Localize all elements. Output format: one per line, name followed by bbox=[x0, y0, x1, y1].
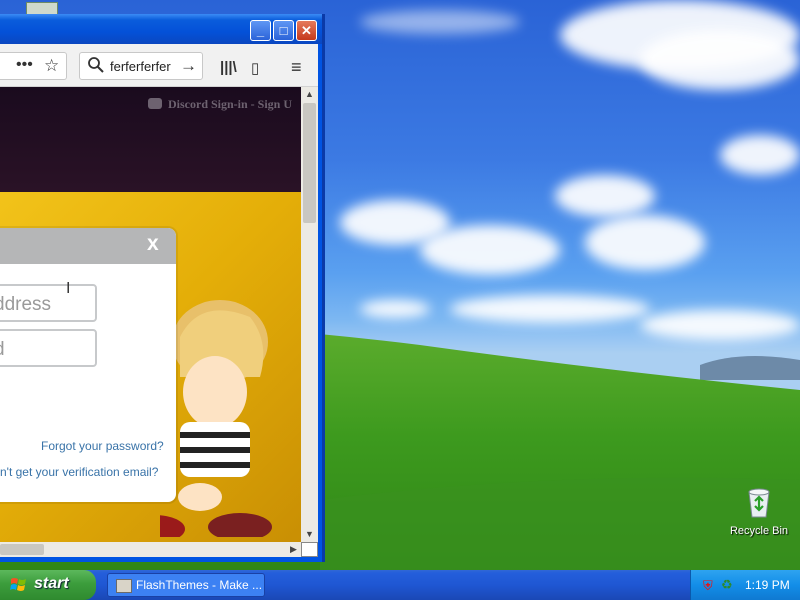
cloud bbox=[360, 300, 430, 318]
vertical-scrollbar[interactable]: ▲ ▼ bbox=[301, 87, 318, 542]
password-field[interactable]: d bbox=[0, 329, 97, 367]
close-button[interactable]: ✕ bbox=[296, 20, 317, 41]
start-label: start bbox=[34, 575, 69, 592]
url-bar[interactable]: ••• ☆ bbox=[0, 52, 67, 80]
email-placeholder: ddress bbox=[0, 294, 52, 315]
taskbar: start FlashThemes - Make ... ⛨ ♻ 1:19 PM bbox=[0, 570, 800, 600]
system-tray: ⛨ ♻ 1:19 PM bbox=[690, 570, 800, 600]
discord-icon bbox=[148, 98, 162, 109]
cartoon-character-image bbox=[160, 300, 272, 537]
network-icon[interactable]: ♻ bbox=[721, 577, 733, 593]
tab-tooltip-text: Discord Sign-in - Sign U bbox=[168, 97, 293, 111]
menu-icon[interactable]: ≡ bbox=[291, 57, 302, 78]
maximize-button[interactable]: □ bbox=[273, 20, 294, 41]
search-go-icon[interactable]: → bbox=[180, 56, 197, 76]
recycle-bin-label: Recycle Bin bbox=[729, 525, 789, 537]
cloud bbox=[555, 175, 655, 217]
search-bar[interactable]: ferferferfer → bbox=[79, 52, 203, 80]
security-alert-icon[interactable]: ⛨ bbox=[703, 578, 713, 594]
sidebar-icon[interactable]: ▯ bbox=[251, 59, 259, 77]
bookmark-star-icon[interactable]: ☆ bbox=[44, 56, 59, 76]
scroll-down-icon[interactable]: ▼ bbox=[301, 527, 318, 542]
scrollbar-corner bbox=[301, 542, 318, 557]
minimize-button[interactable]: _ bbox=[250, 20, 271, 41]
cloud bbox=[450, 295, 650, 323]
search-icon bbox=[88, 57, 104, 73]
vertical-scroll-thumb[interactable] bbox=[303, 103, 316, 223]
scroll-up-icon[interactable]: ▲ bbox=[301, 87, 318, 102]
page-header-band: Discord Sign-in - Sign U bbox=[0, 87, 301, 192]
modal-close-icon[interactable]: x bbox=[147, 232, 159, 256]
browser-toolbar: ••• ☆ ferferferfer → |||\ ▯ ≡ bbox=[0, 44, 318, 87]
cloud bbox=[720, 135, 800, 175]
cloud bbox=[585, 215, 705, 270]
email-field[interactable]: ddress bbox=[0, 284, 97, 322]
password-placeholder: d bbox=[0, 339, 5, 361]
cloud bbox=[640, 30, 800, 90]
text-cursor-icon: I bbox=[66, 280, 71, 297]
search-input[interactable]: ferferferfer bbox=[110, 59, 178, 74]
browser-window: _ □ ✕ ••• ☆ ferferferfer → |||\ ▯ ≡ Disc… bbox=[0, 14, 325, 562]
horizontal-scroll-thumb[interactable] bbox=[0, 544, 44, 555]
recycle-bin[interactable]: Recycle Bin bbox=[728, 486, 790, 537]
taskbar-item-flashthemes[interactable]: FlashThemes - Make ... bbox=[107, 573, 265, 597]
recycle-bin-icon bbox=[748, 488, 770, 518]
page-actions-icon[interactable]: ••• bbox=[16, 56, 33, 74]
resend-verification-link[interactable]: n't get your verification email? bbox=[0, 465, 158, 479]
forgot-password-link[interactable]: Forgot your password? bbox=[41, 439, 164, 453]
windows-logo-icon bbox=[10, 578, 26, 591]
taskbar-item-label: FlashThemes - Make ... bbox=[136, 578, 263, 592]
cloud bbox=[420, 225, 560, 275]
title-bar[interactable]: _ □ ✕ bbox=[0, 14, 322, 44]
scroll-right-icon[interactable]: ▶ bbox=[286, 542, 301, 557]
clock[interactable]: 1:19 PM bbox=[745, 578, 790, 592]
modal-header: x bbox=[0, 228, 176, 264]
horizontal-scrollbar[interactable]: ▶ bbox=[0, 542, 301, 557]
library-icon[interactable]: |||\ bbox=[220, 59, 237, 76]
start-button[interactable]: start bbox=[0, 570, 96, 600]
cloud bbox=[360, 10, 520, 34]
sign-in-modal: x ddress d Forgot your password? n't get… bbox=[0, 228, 176, 502]
tab-tooltip: Discord Sign-in - Sign U bbox=[148, 97, 292, 112]
browser-window-icon bbox=[116, 579, 132, 593]
